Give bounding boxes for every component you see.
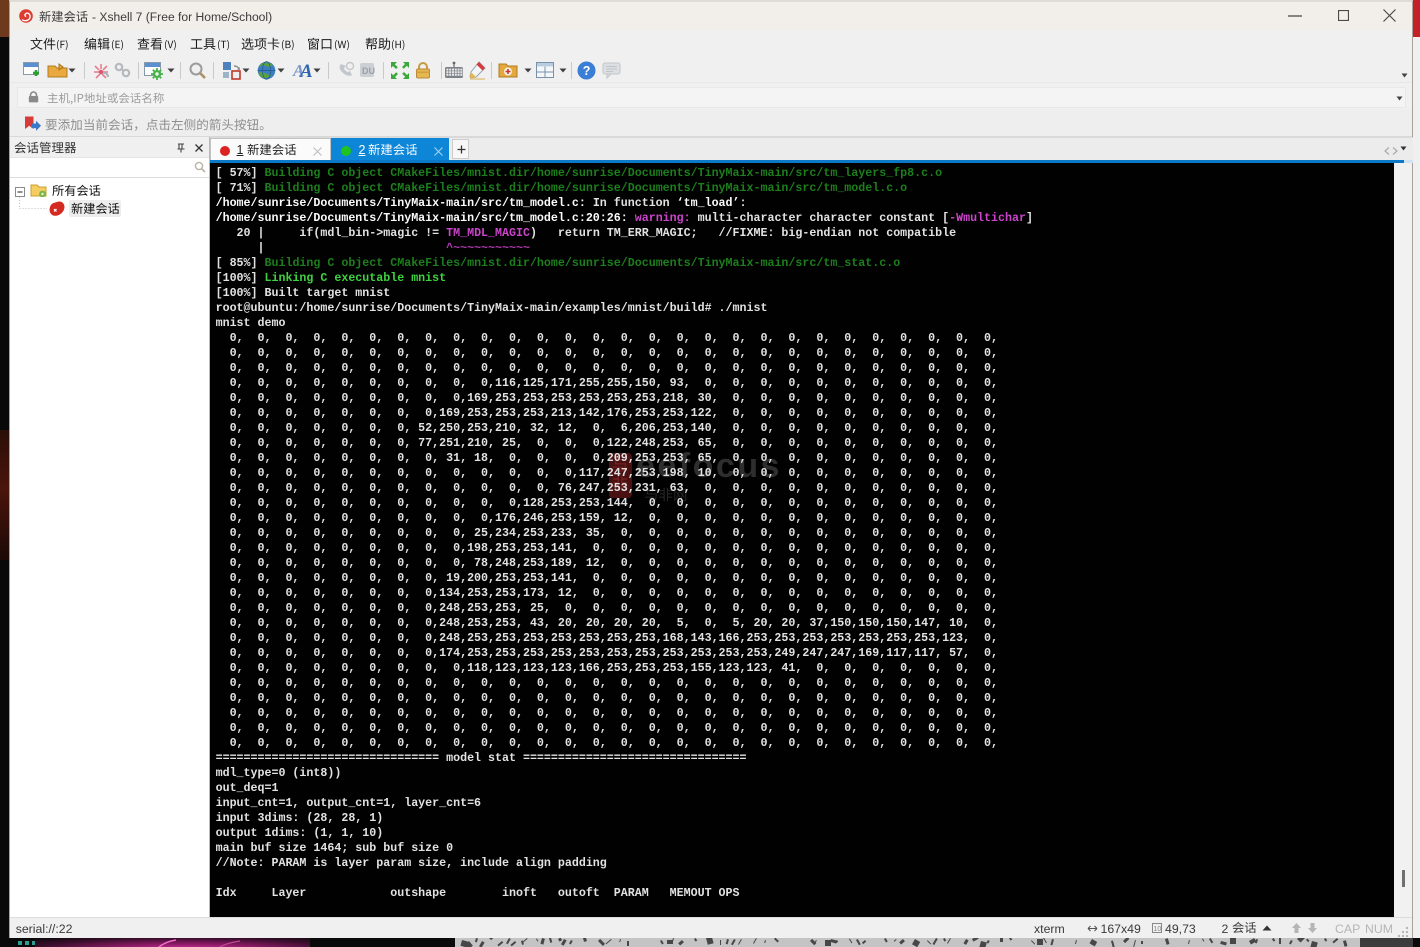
- svg-text:?: ?: [583, 64, 591, 78]
- svg-text:10: 10: [1154, 926, 1162, 933]
- svg-text:A: A: [299, 61, 313, 80]
- svg-text:DU: DU: [362, 66, 375, 76]
